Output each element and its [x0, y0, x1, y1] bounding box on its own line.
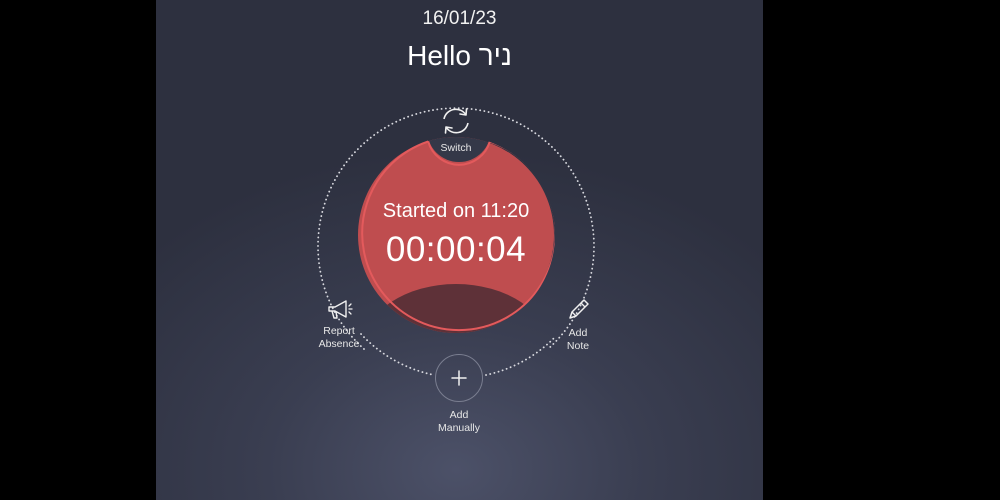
started-time-text: Started on 11:20	[382, 200, 530, 222]
add-manually-label-line1: Add	[449, 409, 469, 421]
report-absence-label-line1: Report	[323, 325, 355, 337]
switch-button[interactable]: Switch	[426, 104, 486, 155]
plus-icon	[451, 370, 467, 386]
add-note-button[interactable]: Add Note	[548, 296, 608, 353]
timer-circle[interactable]: Started on 11:20 00:00:04	[357, 136, 555, 334]
switch-label: Switch	[440, 142, 472, 154]
megaphone-icon	[328, 300, 353, 319]
elapsed-timer: 00:00:04	[385, 230, 527, 269]
switch-arrows-icon	[443, 108, 469, 134]
plus-circle-button[interactable]	[435, 354, 483, 402]
add-manually-button[interactable]: Add Manually	[426, 354, 492, 435]
add-note-label-line1: Add	[568, 327, 588, 339]
report-absence-label-line2: Absence	[318, 338, 360, 350]
pencil-icon	[569, 299, 589, 319]
app-screen: 16/01/23 Hello ניר Started on 11:20 00:0…	[156, 0, 763, 500]
report-absence-button[interactable]: Report Absence	[308, 298, 370, 351]
add-manually-label-line2: Manually	[437, 422, 481, 434]
add-note-label-line2: Note	[566, 340, 590, 352]
